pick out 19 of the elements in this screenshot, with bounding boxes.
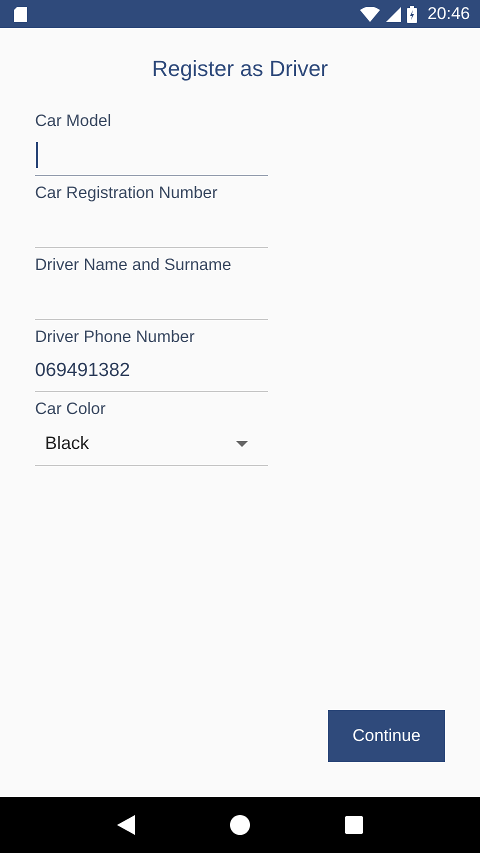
- battery-icon: [407, 6, 418, 22]
- field-label: Driver Name and Surname: [35, 256, 232, 276]
- continue-button[interactable]: Continue: [328, 710, 445, 762]
- clock-time: 20:46: [427, 4, 470, 24]
- page-title: Register as Driver: [152, 56, 328, 82]
- wifi-icon: [360, 6, 380, 22]
- back-icon[interactable]: [117, 815, 136, 835]
- caret-icon: [236, 440, 248, 446]
- input-field[interactable]: 069491382: [35, 350, 268, 392]
- color-dropdown[interactable]: Black: [35, 422, 268, 466]
- recents-icon[interactable]: [344, 816, 363, 834]
- field-label: Car Color: [35, 400, 106, 420]
- field-label: Car Registration Number: [35, 184, 218, 204]
- sd-card-icon: [14, 6, 27, 22]
- text-cursor: [36, 142, 38, 168]
- field-label: Driver Phone Number: [35, 328, 195, 348]
- home-icon[interactable]: [230, 815, 250, 835]
- field-label: Car Model: [35, 112, 112, 132]
- signal-icon: [386, 6, 402, 22]
